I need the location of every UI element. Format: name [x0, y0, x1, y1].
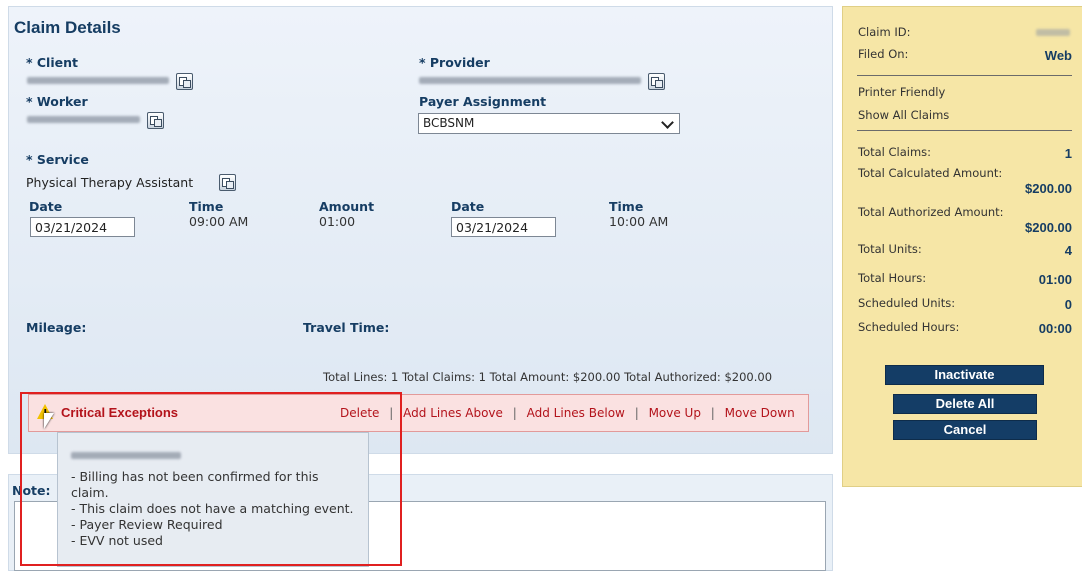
total-hours-value: 01:00 — [1038, 272, 1072, 287]
end-date-input[interactable]: 03/21/2024 — [451, 217, 556, 237]
amount-label: Amount — [319, 199, 375, 214]
claim-id-label: Claim ID: — [858, 25, 911, 39]
payer-assignment-label: Payer Assignment — [419, 94, 547, 109]
filed-on-value: Web — [1044, 48, 1072, 63]
total-hours-label: Total Hours: — [858, 271, 927, 285]
service-value: Physical Therapy Assistant — [26, 175, 194, 190]
printer-friendly-link[interactable]: Printer Friendly — [858, 85, 945, 99]
scheduled-hours-label: Scheduled Hours: — [858, 320, 960, 334]
start-time-label: Time — [189, 199, 224, 214]
service-copy-icon[interactable] — [219, 174, 236, 191]
worker-copy-icon[interactable] — [147, 112, 164, 129]
end-time-label: Time — [609, 199, 644, 214]
total-calculated-label: Total Calculated Amount: — [858, 166, 1003, 180]
total-units-label: Total Units: — [858, 242, 922, 256]
service-label: * Service — [26, 152, 89, 167]
total-units-value: 4 — [1064, 243, 1072, 258]
start-time-value: 09:00 AM — [189, 214, 249, 229]
separator: | — [512, 406, 517, 420]
inactivate-button[interactable]: Inactivate — [885, 365, 1044, 385]
scheduled-units-value: 0 — [1064, 297, 1072, 312]
show-all-claims-link[interactable]: Show All Claims — [858, 108, 949, 122]
scheduled-units-label: Scheduled Units: — [858, 296, 956, 310]
client-name-redacted — [27, 77, 169, 84]
total-claims-label: Total Claims: — [858, 145, 932, 159]
separator: | — [634, 406, 639, 420]
provider-label: * Provider — [419, 55, 490, 70]
delete-all-button[interactable]: Delete All — [893, 394, 1037, 414]
move-down-link[interactable]: Move Down — [725, 406, 795, 420]
worker-label: * Worker — [26, 94, 88, 109]
end-time-value: 10:00 AM — [609, 214, 669, 229]
payer-assignment-value: BCBSNM — [423, 116, 475, 130]
move-up-link[interactable]: Move Up — [649, 406, 701, 420]
totals-line: Total Lines: 1 Total Claims: 1 Total Amo… — [323, 370, 773, 384]
separator: | — [710, 406, 715, 420]
summary-divider — [857, 75, 1072, 76]
scheduled-hours-value: 00:00 — [1038, 321, 1072, 336]
mileage-label: Mileage: — [26, 320, 87, 335]
exception-actions: Delete | Add Lines Above | Add Lines Bel… — [340, 406, 795, 420]
filed-on-label: Filed On: — [858, 47, 909, 61]
add-lines-below-link[interactable]: Add Lines Below — [527, 406, 625, 420]
travel-time-label: Travel Time: — [303, 320, 390, 335]
provider-name-redacted — [419, 77, 641, 84]
amount-value: 01:00 — [319, 214, 356, 229]
total-authorized-label: Total Authorized Amount: — [858, 205, 1004, 219]
client-label: * Client — [26, 55, 78, 70]
annotation-highlight-box — [20, 392, 402, 566]
end-date-label: Date — [451, 199, 485, 214]
start-date-label: Date — [29, 199, 63, 214]
chevron-down-icon — [661, 116, 674, 129]
total-claims-value: 1 — [1064, 146, 1072, 161]
provider-copy-icon[interactable] — [648, 73, 665, 90]
worker-name-redacted — [27, 116, 140, 123]
summary-divider — [857, 130, 1072, 131]
payer-assignment-select[interactable]: BCBSNM — [418, 113, 680, 134]
claim-id-redacted — [1036, 29, 1070, 36]
total-authorized-value: $200.00 — [1025, 220, 1072, 235]
start-date-input[interactable]: 03/21/2024 — [30, 217, 135, 237]
total-calculated-value: $200.00 — [1025, 181, 1072, 196]
client-copy-icon[interactable] — [176, 73, 193, 90]
page-title: Claim Details — [14, 18, 121, 37]
add-lines-above-link[interactable]: Add Lines Above — [403, 406, 503, 420]
cancel-button[interactable]: Cancel — [893, 420, 1037, 440]
